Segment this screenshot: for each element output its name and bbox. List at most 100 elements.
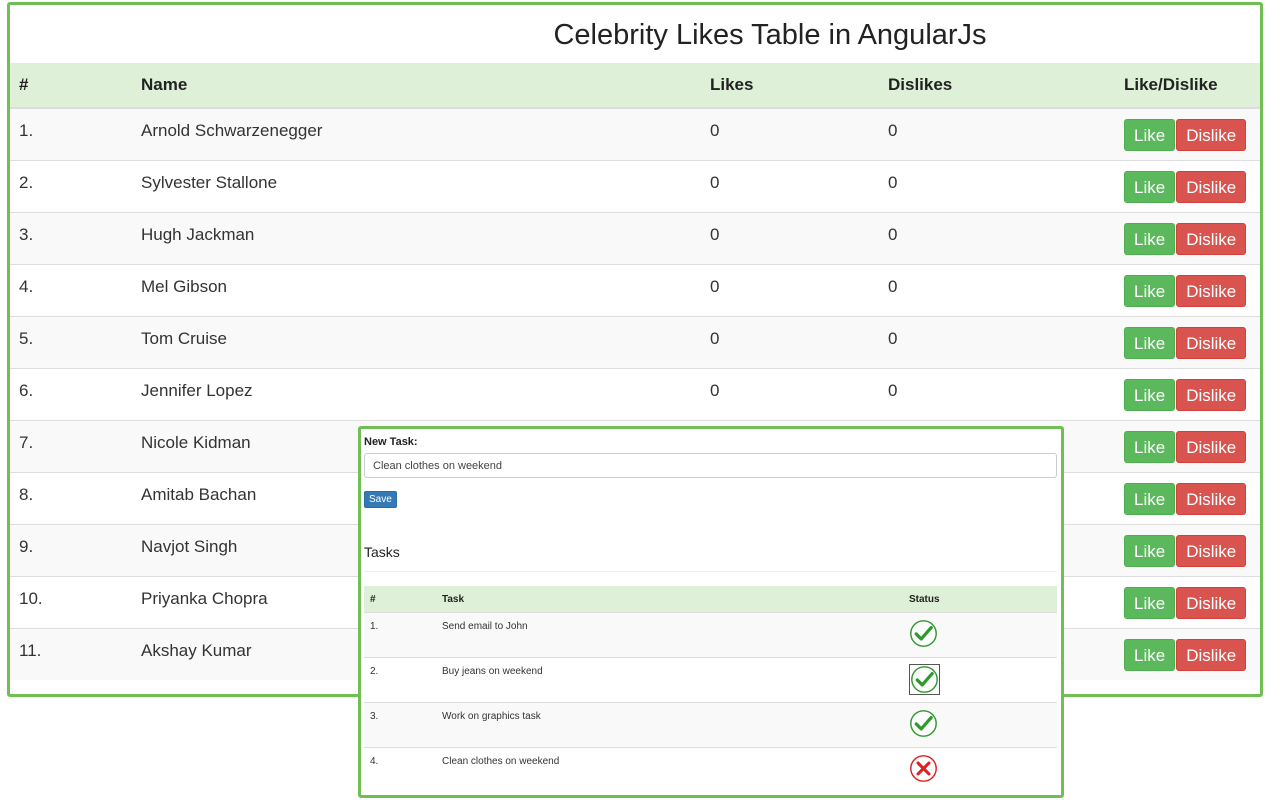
task-row: 2. Buy jeans on weekend [364, 657, 1057, 703]
check-icon[interactable] [909, 664, 940, 695]
task-table: # Task Status 1. Send email to John 2. B… [364, 586, 1057, 793]
save-button[interactable]: Save [364, 491, 397, 508]
task-number: 1. [364, 612, 436, 658]
dislike-button[interactable]: Dislike [1176, 326, 1247, 359]
task-column-header-status: Status [903, 586, 1057, 613]
task-number: 3. [364, 702, 436, 748]
table-row: 3. Hugh Jackman 0 0 Like Dislike [10, 211, 1260, 264]
likes-count: 0 [701, 263, 879, 316]
task-row: 1. Send email to John [364, 612, 1057, 658]
like-dislike-cell: Like Dislike [1115, 419, 1260, 472]
row-number: 3. [10, 211, 132, 264]
like-button[interactable]: Like [1124, 586, 1176, 619]
dislike-button[interactable]: Dislike [1176, 638, 1247, 671]
task-description: Buy jeans on weekend [436, 657, 903, 703]
likes-count: 0 [701, 159, 879, 212]
dislike-button[interactable]: Dislike [1176, 586, 1247, 619]
task-status-cell [903, 747, 1057, 793]
likes-count: 0 [701, 107, 879, 160]
task-description: Clean clothes on weekend [436, 747, 903, 793]
likes-count: 0 [701, 315, 879, 368]
celebrity-name: Jennifer Lopez [132, 367, 701, 420]
check-icon[interactable] [909, 619, 941, 651]
row-number: 2. [10, 159, 132, 212]
dislikes-count: 0 [879, 315, 1115, 368]
like-dislike-cell: Like Dislike [1115, 211, 1260, 264]
task-header-row: # Task Status [364, 586, 1057, 613]
table-row: 2. Sylvester Stallone 0 0 Like Dislike [10, 159, 1260, 212]
dislike-button[interactable]: Dislike [1176, 378, 1247, 411]
task-number: 2. [364, 657, 436, 703]
dislike-button[interactable]: Dislike [1176, 274, 1247, 307]
table-row: 4. Mel Gibson 0 0 Like Dislike [10, 263, 1260, 316]
like-dislike-cell: Like Dislike [1115, 107, 1260, 160]
table-row: 6. Jennifer Lopez 0 0 Like Dislike [10, 367, 1260, 420]
celebrity-name: Hugh Jackman [132, 211, 701, 264]
task-column-header-number: # [364, 586, 436, 613]
column-header-dislikes: Dislikes [879, 63, 1115, 109]
like-button[interactable]: Like [1124, 170, 1176, 203]
like-dislike-cell: Like Dislike [1115, 471, 1260, 524]
dislike-button[interactable]: Dislike [1176, 119, 1247, 151]
task-description: Send email to John [436, 612, 903, 658]
row-number: 6. [10, 367, 132, 420]
dislikes-count: 0 [879, 159, 1115, 212]
table-header-row: # Name Likes Dislikes Like/Dislike [10, 63, 1260, 109]
column-header-like-dislike: Like/Dislike [1115, 63, 1260, 109]
likes-count: 0 [701, 211, 879, 264]
dislike-button[interactable]: Dislike [1176, 430, 1247, 463]
check-icon[interactable] [909, 709, 941, 741]
dislikes-count: 0 [879, 367, 1115, 420]
like-dislike-cell: Like Dislike [1115, 315, 1260, 368]
like-button[interactable]: Like [1124, 482, 1176, 515]
like-button[interactable]: Like [1124, 222, 1176, 255]
new-task-label: New Task: [364, 436, 418, 448]
like-dislike-cell: Like Dislike [1115, 159, 1260, 212]
celebrity-name: Mel Gibson [132, 263, 701, 316]
dislike-button[interactable]: Dislike [1176, 482, 1247, 515]
like-button[interactable]: Like [1124, 274, 1176, 307]
row-number: 4. [10, 263, 132, 316]
row-number: 1. [10, 107, 132, 160]
celebrity-name: Sylvester Stallone [132, 159, 701, 212]
task-row: 3. Work on graphics task [364, 702, 1057, 748]
task-number: 4. [364, 747, 436, 793]
like-button[interactable]: Like [1124, 119, 1176, 151]
divider [364, 571, 1057, 572]
like-button[interactable]: Like [1124, 378, 1176, 411]
like-button[interactable]: Like [1124, 326, 1176, 359]
row-number: 10. [10, 575, 132, 628]
task-panel: New Task: Save Tasks # Task Status 1. Se… [358, 426, 1064, 798]
celebrity-name: Arnold Schwarzenegger [132, 107, 701, 160]
like-dislike-cell: Like Dislike [1115, 523, 1260, 576]
table-row: 1. Arnold Schwarzenegger 0 0 Like Dislike [10, 107, 1260, 160]
dislikes-count: 0 [879, 263, 1115, 316]
likes-count: 0 [701, 367, 879, 420]
task-status-cell [903, 657, 1057, 703]
task-status-cell [903, 612, 1057, 658]
task-description: Work on graphics task [436, 702, 903, 748]
column-header-name: Name [132, 63, 701, 109]
cross-icon[interactable] [909, 754, 941, 786]
like-dislike-cell: Like Dislike [1115, 627, 1260, 680]
like-dislike-cell: Like Dislike [1115, 575, 1260, 628]
task-status-cell [903, 702, 1057, 748]
row-number: 7. [10, 419, 132, 472]
like-button[interactable]: Like [1124, 534, 1176, 567]
tasks-heading: Tasks [364, 544, 400, 560]
table-row: 5. Tom Cruise 0 0 Like Dislike [10, 315, 1260, 368]
like-button[interactable]: Like [1124, 430, 1176, 463]
new-task-input[interactable] [364, 453, 1057, 478]
row-number: 9. [10, 523, 132, 576]
dislikes-count: 0 [879, 107, 1115, 160]
dislike-button[interactable]: Dislike [1176, 170, 1247, 203]
dislike-button[interactable]: Dislike [1176, 534, 1247, 567]
page-title: Celebrity Likes Table in AngularJs [553, 19, 987, 51]
dislike-button[interactable]: Dislike [1176, 222, 1247, 255]
task-column-header-task: Task [436, 586, 903, 613]
celebrity-name: Tom Cruise [132, 315, 701, 368]
like-button[interactable]: Like [1124, 638, 1176, 671]
like-dislike-cell: Like Dislike [1115, 263, 1260, 316]
column-header-number: # [10, 63, 132, 109]
column-header-likes: Likes [701, 63, 879, 109]
